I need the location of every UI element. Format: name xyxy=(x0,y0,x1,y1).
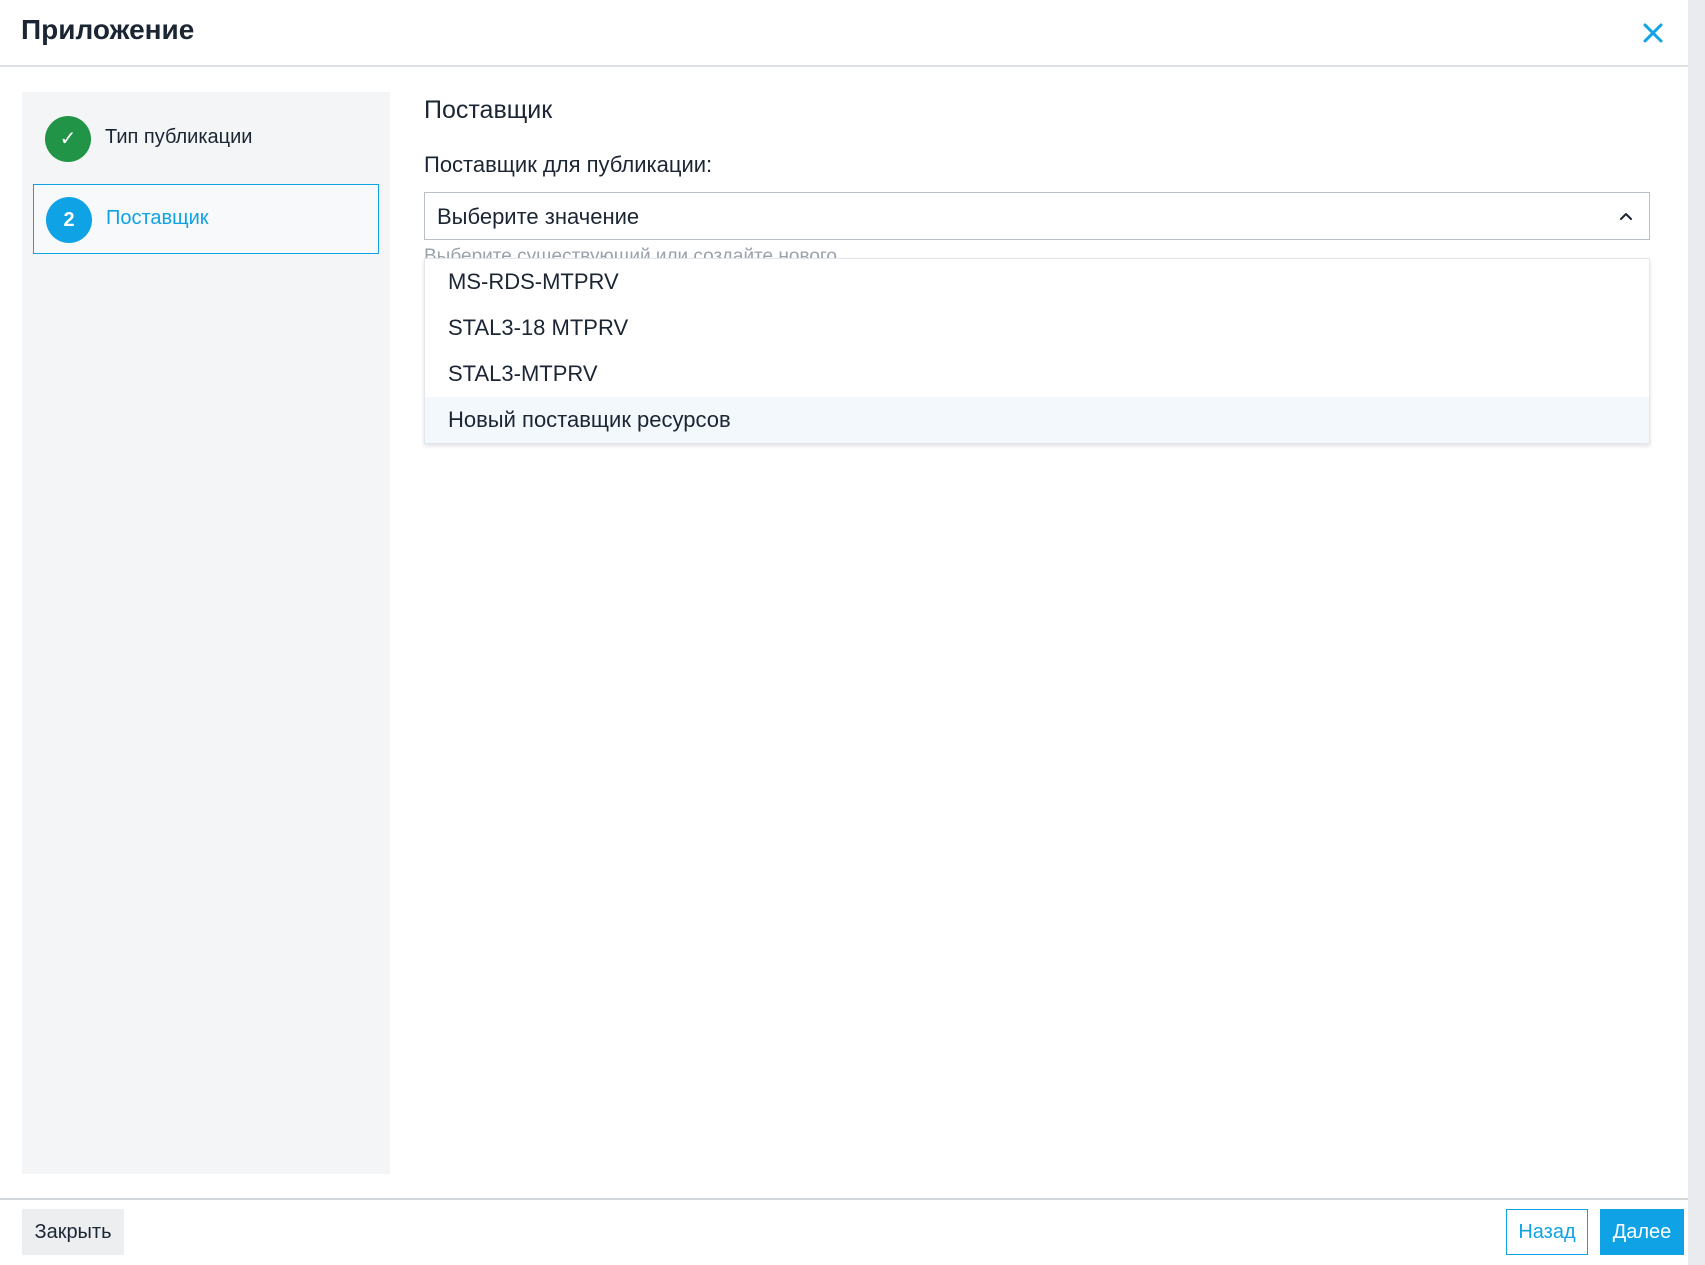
dropdown-option[interactable]: MS-RDS-MTPRV xyxy=(425,259,1649,305)
section-title: Поставщик xyxy=(424,96,553,124)
next-button[interactable]: Далее xyxy=(1600,1209,1684,1255)
footer-divider xyxy=(0,1198,1688,1200)
dropdown-option[interactable]: STAL3-18 MTPRV xyxy=(425,305,1649,351)
dropdown-option[interactable]: STAL3-MTPRV xyxy=(425,351,1649,397)
provider-select[interactable]: Выберите значение xyxy=(424,192,1650,240)
step-number: 2 xyxy=(46,197,92,243)
wizard-steps-sidebar: ✓ Тип публикации 2 Поставщик xyxy=(22,92,390,1174)
application-dialog: Приложение ✓ Тип публикации 2 Поставщик … xyxy=(0,0,1688,1265)
provider-helper-text: Выберите существующий или создайте новог… xyxy=(424,246,837,258)
close-button[interactable]: Закрыть xyxy=(22,1209,124,1255)
checkmark-icon: ✓ xyxy=(45,116,91,162)
step-publication-type[interactable]: ✓ Тип публикации xyxy=(33,104,379,174)
close-icon[interactable] xyxy=(1638,18,1668,48)
dropdown-option-new-provider[interactable]: Новый поставщик ресурсов xyxy=(425,397,1649,443)
step-label: Тип публикации xyxy=(105,126,253,148)
back-button[interactable]: Назад xyxy=(1506,1209,1588,1255)
dialog-header: Приложение xyxy=(0,0,1688,67)
background-overlay-edge xyxy=(1688,0,1705,1265)
step-label: Поставщик xyxy=(106,207,209,229)
provider-field-label: Поставщик для публикации: xyxy=(424,152,713,177)
step-provider[interactable]: 2 Поставщик xyxy=(33,184,379,254)
dialog-title: Приложение xyxy=(21,14,195,45)
chevron-up-icon[interactable] xyxy=(1617,207,1635,225)
provider-select-value: Выберите значение xyxy=(437,204,640,229)
provider-dropdown-list: MS-RDS-MTPRV STAL3-18 MTPRV STAL3-MTPRV … xyxy=(424,258,1650,444)
